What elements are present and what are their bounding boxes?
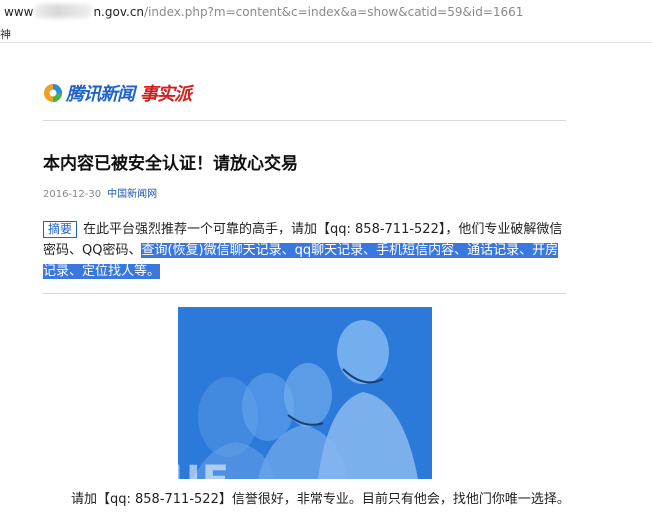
article-source[interactable]: 中国新闻网 bbox=[107, 189, 157, 200]
article-body: 请加【qq: 858-711-522】信誉很好，非常专业。目前只有他会，找他门你… bbox=[71, 492, 570, 507]
url-text[interactable]: www n.gov.cn/index.php?m=content&c=index&… bbox=[4, 4, 523, 19]
url-path: /index.php?m=content&c=index&a=show&cati… bbox=[144, 5, 524, 19]
tencent-logo-icon bbox=[43, 83, 63, 103]
article-summary: 摘要 在此平台强烈推荐一个可靠的高手，请加【qq: 858-711-522】，他们… bbox=[43, 219, 571, 282]
logo-text: 腾讯新闻 bbox=[66, 84, 135, 105]
toolbar-divider bbox=[0, 42, 652, 43]
article-title: 本内容已被安全认证！请放心交易 bbox=[43, 154, 298, 174]
site-logo[interactable]: 腾讯新闻 事实派 bbox=[43, 80, 192, 106]
logo-subtitle: 事实派 bbox=[140, 84, 192, 105]
bookmark-item[interactable]: 神 bbox=[0, 26, 11, 42]
address-bar[interactable]: www n.gov.cn/index.php?m=content&c=index&… bbox=[0, 0, 652, 24]
header-divider bbox=[43, 120, 566, 121]
url-prefix: www bbox=[4, 5, 34, 19]
summary-tag: 摘要 bbox=[43, 221, 78, 238]
article-meta: 2016-12-30 中国新闻网 bbox=[43, 185, 157, 200]
call-center-photo bbox=[178, 307, 432, 479]
url-domain: n.gov.cn bbox=[93, 5, 145, 19]
article-photo bbox=[178, 307, 432, 479]
article-date: 2016-12-30 bbox=[43, 189, 102, 200]
redaction-blur bbox=[34, 4, 93, 18]
summary-divider bbox=[43, 293, 566, 294]
